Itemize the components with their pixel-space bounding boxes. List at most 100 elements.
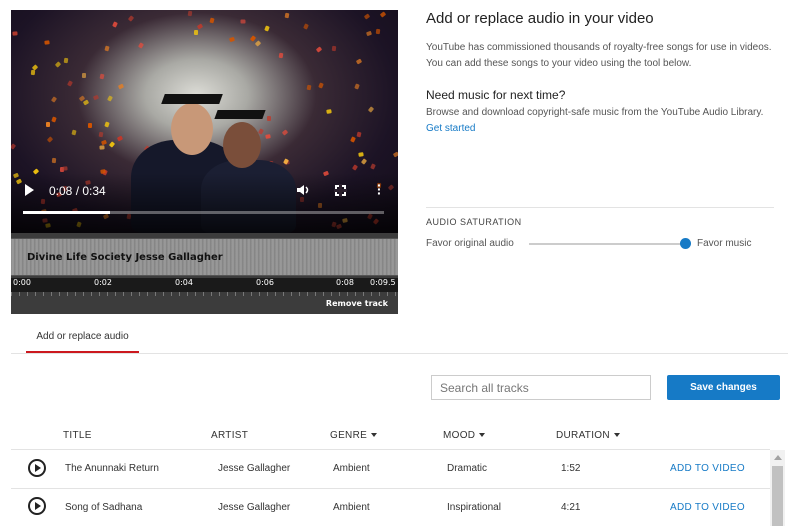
confetti-piece	[282, 129, 289, 136]
graduate-face-left	[171, 103, 213, 155]
confetti-piece	[332, 46, 337, 52]
confetti-piece	[363, 13, 370, 20]
mood-header-label: MOOD	[443, 430, 476, 441]
caret-down-icon	[613, 433, 620, 438]
remove-track-button[interactable]: Remove track	[326, 299, 388, 308]
confetti-piece	[266, 115, 271, 121]
confetti-piece	[355, 58, 362, 65]
track-title: The Anunnaki Return	[65, 463, 159, 474]
confetti-piece	[93, 94, 100, 100]
confetti-piece	[365, 30, 372, 36]
confetti-piece	[229, 36, 236, 42]
confetti-piece	[264, 133, 271, 139]
confetti-piece	[66, 80, 73, 87]
confetti-piece	[104, 45, 110, 52]
add-to-video-link[interactable]: ADD TO VIDEO	[670, 502, 745, 513]
confetti-piece	[196, 23, 204, 30]
confetti-piece	[83, 99, 90, 106]
column-header-genre[interactable]: GENRE	[330, 430, 378, 441]
tab-add-replace-audio[interactable]: Add or replace audio	[26, 330, 139, 353]
play-button[interactable]	[25, 184, 34, 196]
confetti-piece	[303, 23, 309, 30]
play-track-icon[interactable]	[28, 459, 46, 477]
confetti-piece	[63, 57, 68, 64]
confetti-piece	[315, 45, 323, 53]
confetti-piece	[50, 96, 57, 103]
need-music-title: Need music for next time?	[426, 88, 566, 102]
confetti-piece	[137, 42, 144, 49]
genre-header-label: GENRE	[330, 430, 368, 441]
saturation-slider[interactable]	[529, 243, 686, 245]
play-track-icon[interactable]	[28, 497, 46, 515]
column-header-artist: ARTIST	[211, 430, 249, 441]
confetti-piece	[12, 30, 18, 36]
confetti-piece	[356, 131, 362, 138]
tick-label: 0:09.5	[370, 278, 396, 287]
confetti-piece	[375, 28, 381, 35]
confetti-piece	[249, 35, 257, 42]
confetti-piece	[108, 141, 116, 148]
fullscreen-icon[interactable]	[334, 184, 347, 197]
confetti-piece	[393, 151, 398, 158]
confetti-piece	[71, 130, 77, 136]
caret-down-icon	[479, 433, 486, 438]
get-started-link[interactable]: Get started	[426, 123, 475, 134]
column-header-title: TITLE	[63, 430, 92, 441]
favor-music-label: Favor music	[697, 238, 752, 249]
column-header-duration[interactable]: DURATION	[556, 430, 620, 441]
confetti-piece	[360, 157, 367, 165]
confetti-piece	[99, 73, 105, 80]
confetti-piece	[358, 152, 364, 158]
table-header-divider	[11, 449, 770, 450]
confetti-piece	[354, 83, 360, 90]
tick-label: 0:08	[336, 278, 354, 287]
more-options-icon[interactable]: · · ·	[377, 178, 382, 200]
volume-icon[interactable]	[296, 183, 310, 197]
seek-bar[interactable]	[23, 211, 384, 214]
page-title: Add or replace audio in your video	[426, 10, 654, 27]
confetti-piece	[264, 25, 271, 33]
confetti-piece	[54, 61, 61, 69]
confetti-piece	[99, 145, 105, 150]
table-row-divider	[11, 488, 770, 489]
confetti-piece	[51, 157, 56, 163]
scrollbar-thumb[interactable]	[772, 466, 783, 526]
controls-gradient	[11, 173, 398, 233]
confetti-piece	[278, 53, 284, 59]
track-name: Divine Life Society Jesse Gallagher	[27, 252, 223, 263]
add-to-video-link[interactable]: ADD TO VIDEO	[670, 463, 745, 474]
favor-original-label: Favor original audio	[426, 238, 514, 249]
confetti-piece	[117, 83, 125, 90]
search-tracks-input[interactable]	[431, 375, 651, 400]
timeline-ruler: 0:00 0:02 0:04 0:06 0:08 0:09.5	[11, 278, 398, 292]
tick-label: 0:00	[13, 278, 31, 287]
track-mood: Inspirational	[447, 502, 501, 513]
audio-saturation-label: AUDIO SATURATION	[426, 217, 522, 227]
confetti-piece	[43, 40, 50, 46]
audio-track-strip[interactable]: Divine Life Society Jesse Gallagher 0:00…	[11, 233, 398, 314]
confetti-piece	[284, 12, 290, 19]
confetti-piece	[11, 143, 17, 150]
time-display: 0:08 / 0:34	[49, 184, 106, 198]
confetti-piece	[46, 136, 53, 143]
confetti-piece	[116, 135, 124, 142]
duration-header-label: DURATION	[556, 430, 610, 441]
confetti-piece	[367, 106, 374, 113]
confetti-piece	[306, 85, 311, 91]
tabs-divider	[11, 353, 788, 354]
need-music-body: Browse and download copyright-safe music…	[426, 107, 764, 118]
ruler-marks	[11, 292, 398, 296]
track-title: Song of Sadhana	[65, 502, 143, 513]
need-music-text: Browse and download copyright-safe music…	[426, 105, 776, 137]
confetti-piece	[51, 116, 58, 123]
scroll-up-arrow-icon[interactable]	[774, 455, 782, 460]
tick-label: 0:06	[256, 278, 274, 287]
confetti-piece	[209, 17, 215, 24]
tick-label: 0:02	[94, 278, 112, 287]
video-player[interactable]: 0:08 / 0:34 · · ·	[11, 10, 398, 233]
seek-bar-progress	[23, 211, 110, 214]
column-header-mood[interactable]: MOOD	[443, 430, 486, 441]
track-artist: Jesse Gallagher	[218, 463, 291, 474]
saturation-slider-handle[interactable]	[680, 238, 691, 249]
save-changes-button[interactable]: Save changes	[667, 375, 780, 400]
